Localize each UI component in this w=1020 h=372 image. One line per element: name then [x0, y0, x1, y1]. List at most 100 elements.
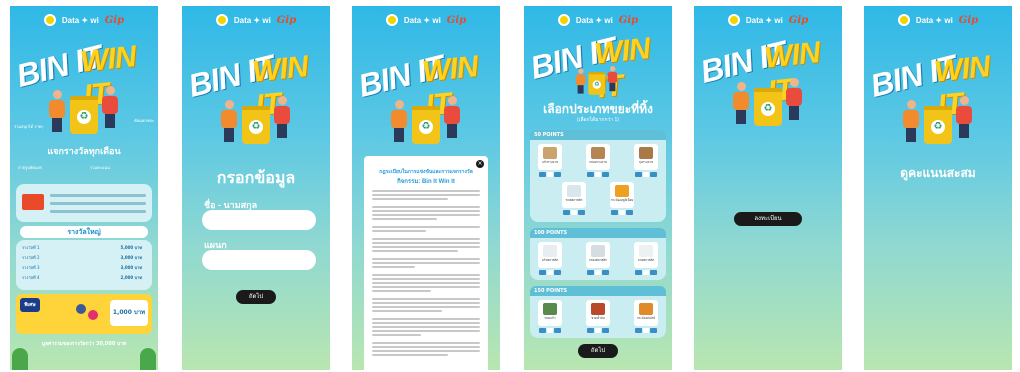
- promo-amount: 1,000 บาท: [110, 300, 148, 326]
- quantity-stepper[interactable]: [635, 172, 658, 177]
- waste-item[interactable]: กล่องพลาสติก: [586, 242, 610, 268]
- rules-paragraph: [372, 298, 480, 314]
- name-field[interactable]: [202, 210, 316, 230]
- waste-item[interactable]: แก้วกระดาษ: [538, 144, 562, 170]
- form-heading: กรอกข้อมูล: [216, 170, 296, 187]
- waste-item[interactable]: กล่องกระดาษ: [586, 144, 610, 170]
- mascot-illustration: ♻: [46, 76, 122, 138]
- recycle-icon: ♻: [592, 80, 601, 89]
- step-1: ถ่ายรูปคัดแยก: [18, 165, 43, 170]
- screen-confirm: Data ✦ wi Gip BIN IT WIN IT ♻ ลงทะเบียน: [694, 6, 842, 370]
- script-logo: Gip: [446, 14, 467, 26]
- brand-logo: Data ✦ wi: [233, 15, 271, 25]
- quantity-stepper[interactable]: [539, 328, 562, 333]
- screen-landing: Data ✦ wi Gip BIN IT WIN IT ♻ ร่วมสนุกได…: [10, 6, 158, 370]
- group-150-points: 150 POINTS ขวดแก้ว ขวดน้ำมัน กระป๋องสเปร…: [530, 286, 666, 338]
- script-logo: Gip: [958, 14, 979, 26]
- quantity-stepper[interactable]: [563, 210, 586, 215]
- waste-item[interactable]: กระป๋องสเปรย์: [634, 300, 658, 326]
- brand-logo: Data ✦ wi: [61, 15, 99, 25]
- mascot-illustration: ♻: [388, 86, 464, 148]
- tag-left: ร่วมสนุกได้ ง่ายๆ: [14, 124, 44, 129]
- quantity-stepper[interactable]: [611, 210, 634, 215]
- total-prize-line: มูลค่ารวมของรางวัลกว่า 30,000 บาท: [41, 341, 127, 347]
- prize-row-4: รางวัลที่ 4: [22, 275, 40, 280]
- rules-paragraph: [372, 318, 480, 338]
- promo-badge: พิเศษ: [20, 298, 40, 312]
- sponsor-logo: [557, 14, 570, 26]
- prize-row-3: รางวัลที่ 3: [22, 265, 40, 270]
- brand-logo: Data ✦ wi: [915, 15, 953, 25]
- next-button[interactable]: ถัดไป: [236, 290, 276, 304]
- quantity-stepper[interactable]: [587, 328, 610, 333]
- logo-bar: Data ✦ wi Gip: [10, 14, 158, 26]
- quantity-stepper[interactable]: [635, 270, 658, 275]
- script-logo: Gip: [104, 14, 125, 26]
- monthly-prize-panel: [16, 184, 152, 222]
- screen-points: Data ✦ wi Gip BIN IT WIN IT ♻ ดูคะแนนสะส…: [864, 6, 1012, 370]
- grass-decor: [12, 348, 28, 370]
- waste-item[interactable]: ขวดแก้ว: [538, 300, 562, 326]
- monthly-prize-banner: แจกรางวัลทุกเดือน: [47, 147, 121, 157]
- points-label: 50 POINTS: [530, 130, 666, 140]
- waste-item[interactable]: ถุงกระดาษ: [634, 144, 658, 170]
- screen-rules-modal: Data ✦ wi Gip BIN IT WIN IT ♻ × กฎระเบีย…: [352, 6, 500, 370]
- waste-item[interactable]: ขวดน้ำมัน: [586, 300, 610, 326]
- waste-item[interactable]: ถาดพลาสติก: [634, 242, 658, 268]
- sponsor-logo: [385, 14, 398, 26]
- quantity-stepper[interactable]: [587, 270, 610, 275]
- points-label: 100 POINTS: [530, 228, 666, 238]
- prize-value-1: 5,000 บาท: [120, 245, 142, 250]
- rules-modal: × กฎระเบียบในการแข่งขันและการแจกรางวัล ก…: [364, 156, 488, 370]
- quantity-stepper[interactable]: [635, 328, 658, 333]
- prize-row-2: รางวัลที่ 2: [22, 255, 40, 260]
- grass-decor: [140, 348, 156, 370]
- next-button[interactable]: ถัดไป: [578, 344, 618, 358]
- quantity-stepper[interactable]: [539, 172, 562, 177]
- recycle-icon: ♻: [419, 120, 433, 134]
- waste-item[interactable]: กระป๋องอลูมิเนียม: [610, 182, 634, 208]
- mascot-illustration: ♻: [730, 68, 806, 130]
- waste-item[interactable]: ขวดพลาสติก: [562, 182, 586, 208]
- brand-logo: Data ✦ wi: [575, 15, 613, 25]
- quantity-stepper[interactable]: [587, 172, 610, 177]
- logo-bar: Data ✦ wi Gip: [694, 14, 842, 26]
- recycle-icon: ♻: [77, 110, 91, 124]
- close-icon[interactable]: ×: [476, 160, 484, 168]
- sponsor-logo: [897, 14, 910, 26]
- points-label: 150 POINTS: [530, 286, 666, 296]
- mascot-illustration: ♻: [574, 60, 620, 97]
- mascot-illustration: ♻: [218, 86, 294, 148]
- logo-bar: Data ✦ wi Gip: [352, 14, 500, 26]
- rules-paragraph: [372, 238, 480, 254]
- prize-value-3: 3,000 บาท: [120, 265, 142, 270]
- sponsor-logo: [215, 14, 228, 26]
- recycle-icon: ♻: [761, 102, 775, 116]
- prize-laptop-icon: [22, 194, 44, 210]
- points-heading: ดูคะแนนสะสม: [900, 166, 976, 180]
- rules-paragraph: [372, 342, 480, 358]
- facebook-icon: [76, 304, 86, 314]
- prize-row-1: รางวัลที่ 1: [22, 245, 40, 250]
- brand-logo: Data ✦ wi: [403, 15, 441, 25]
- sponsor-logo: [727, 14, 740, 26]
- logo-bar: Data ✦ wi Gip: [864, 14, 1012, 26]
- big-prize-banner: รางวัลใหญ่: [20, 226, 148, 238]
- waste-item[interactable]: แก้วพลาสติก: [538, 242, 562, 268]
- quantity-stepper[interactable]: [539, 270, 562, 275]
- logo-bar: Data ✦ wi Gip: [182, 14, 330, 26]
- department-field[interactable]: [202, 250, 316, 270]
- prize-value-4: 2,000 บาท: [120, 275, 142, 280]
- prize-value-2: 3,000 บาท: [120, 255, 142, 260]
- rules-paragraph: [372, 258, 480, 270]
- recycle-icon: ♻: [249, 120, 263, 134]
- group-50-points: 50 POINTS แก้วกระดาษ กล่องกระดาษ ถุงกระด…: [530, 130, 666, 222]
- rules-paragraph: [372, 190, 480, 202]
- register-button[interactable]: ลงทะเบียน: [734, 212, 802, 226]
- recycle-icon: ♻: [931, 120, 945, 134]
- sponsor-logo: [43, 14, 56, 26]
- select-subheading: (เลือกได้มากกว่า 1): [577, 117, 619, 123]
- script-logo: Gip: [788, 14, 809, 26]
- rules-subtitle: กิจกรรม: Bin It Win It: [397, 179, 455, 185]
- step-2: รวมคะแนน: [90, 165, 110, 170]
